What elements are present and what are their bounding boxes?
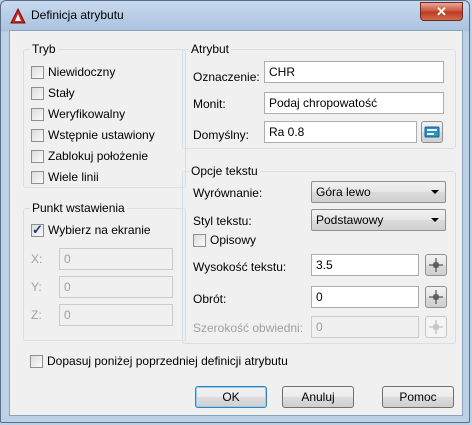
cancel-button[interactable]: Anuluj xyxy=(282,386,354,408)
mode-preset[interactable]: Wstępnie ustawiony xyxy=(31,127,155,143)
checkbox-label: Zablokuj położenie xyxy=(48,149,149,163)
crosshair-icon xyxy=(429,320,443,334)
rotation-label: Obrót: xyxy=(193,292,227,306)
default-field[interactable]: Ra 0.8 xyxy=(264,121,417,143)
insertion-point-group: Punkt wstawienia Wybierz na ekranie X: 0… xyxy=(23,201,186,341)
checkbox-label: Weryfikowalny xyxy=(48,107,126,121)
text-height-field[interactable]: 3.5 xyxy=(311,254,419,276)
checkbox[interactable] xyxy=(31,149,44,163)
z-label: Z: xyxy=(31,308,42,322)
mode-verify[interactable]: Weryfikowalny xyxy=(31,106,125,122)
tag-label: Oznaczenie: xyxy=(193,70,260,84)
text-height-label: Wysokość tekstu: xyxy=(193,260,287,274)
default-label: Domyślny: xyxy=(193,128,250,142)
crosshair-icon xyxy=(429,258,443,272)
checkbox-checked[interactable] xyxy=(31,222,44,238)
close-icon: ✕ xyxy=(436,4,447,19)
insert-field-button[interactable] xyxy=(421,121,443,143)
checkbox-label: Wiele linii xyxy=(48,170,99,184)
mode-lock-position[interactable]: Zablokuj położenie xyxy=(31,148,148,164)
chevron-down-icon xyxy=(431,190,439,194)
mode-multiline[interactable]: Wiele linii xyxy=(31,169,99,185)
mode-group-legend: Tryb xyxy=(30,42,58,56)
checkbox-label: Niewidoczny xyxy=(48,65,116,79)
close-button[interactable]: ✕ xyxy=(420,2,463,21)
crosshair-icon xyxy=(429,290,443,304)
x-label: X: xyxy=(31,252,43,266)
checkbox[interactable] xyxy=(31,65,44,79)
window-title: Definicja atrybutu xyxy=(31,8,124,22)
checkbox[interactable] xyxy=(30,354,43,368)
y-field[interactable]: 0 xyxy=(59,276,173,298)
align-below-option[interactable]: Dopasuj poniżej poprzedniej definicji at… xyxy=(30,353,288,369)
boundary-width-label: Szerokość obwiedni: xyxy=(193,321,304,335)
x-field[interactable]: 0 xyxy=(59,248,173,270)
justify-dropdown[interactable]: Góra lewo xyxy=(311,181,446,203)
specify-on-screen[interactable]: Wybierz na ekranie xyxy=(31,222,151,238)
prompt-label: Monit: xyxy=(193,97,226,111)
checkbox[interactable] xyxy=(31,128,44,142)
checkbox-label: Wybierz na ekranie xyxy=(48,223,151,237)
help-button[interactable]: Pomoc xyxy=(382,386,454,408)
pick-width-button[interactable] xyxy=(425,316,447,338)
y-label: Y: xyxy=(31,280,42,294)
mode-constant[interactable]: Stały xyxy=(31,85,75,101)
text-style-value: Podstawowy xyxy=(316,213,384,227)
checkbox-label: Opisowy xyxy=(210,233,257,247)
checkbox[interactable] xyxy=(31,86,44,100)
checkbox[interactable] xyxy=(31,107,44,121)
rotation-field[interactable]: 0 xyxy=(311,286,419,308)
ok-button[interactable]: OK xyxy=(195,386,267,408)
checkbox-label: Stały xyxy=(48,86,75,100)
pick-height-button[interactable] xyxy=(425,254,447,276)
autocad-app-icon xyxy=(10,8,26,24)
insertion-point-legend: Punkt wstawienia xyxy=(30,201,127,215)
attribute-group: Atrybut Oznaczenie: CHR Monit: Podaj chr… xyxy=(182,42,456,149)
justify-value: Góra lewo xyxy=(316,185,371,199)
text-settings-legend: Opcje tekstu xyxy=(189,164,260,178)
text-settings-group: Opcje tekstu Wyrównanie: Góra lewo Styl … xyxy=(182,164,456,344)
tag-field[interactable]: CHR xyxy=(264,61,444,83)
mode-invisible[interactable]: Niewidoczny xyxy=(31,64,115,80)
checkbox-label: Wstępnie ustawiony xyxy=(48,128,155,142)
checkbox-label: Dopasuj poniżej poprzedniej definicji at… xyxy=(47,354,288,368)
chevron-down-icon xyxy=(431,218,439,222)
mode-group: Tryb Niewidoczny Stały Weryfikowalny Wst… xyxy=(23,42,186,188)
checkbox[interactable] xyxy=(193,233,206,247)
z-field[interactable]: 0 xyxy=(59,304,173,326)
annotative-option[interactable]: Opisowy xyxy=(193,232,256,248)
insert-field-icon xyxy=(424,126,440,138)
text-style-dropdown[interactable]: Podstawowy xyxy=(311,209,446,231)
attribute-group-legend: Atrybut xyxy=(189,42,232,56)
pick-rotation-button[interactable] xyxy=(425,286,447,308)
prompt-field[interactable]: Podaj chropowatość xyxy=(264,92,444,114)
justify-label: Wyrównanie: xyxy=(193,186,263,200)
dialog-body: Tryb Niewidoczny Stały Weryfikowalny Wst… xyxy=(9,30,463,416)
text-style-label: Styl tekstu: xyxy=(193,214,252,228)
dialog-window: Definicja atrybutu ✕ Tryb Niewidoczny St… xyxy=(0,0,470,423)
checkbox[interactable] xyxy=(31,170,44,184)
boundary-width-field[interactable]: 0 xyxy=(311,316,419,338)
title-bar[interactable]: Definicja atrybutu ✕ xyxy=(1,1,469,29)
